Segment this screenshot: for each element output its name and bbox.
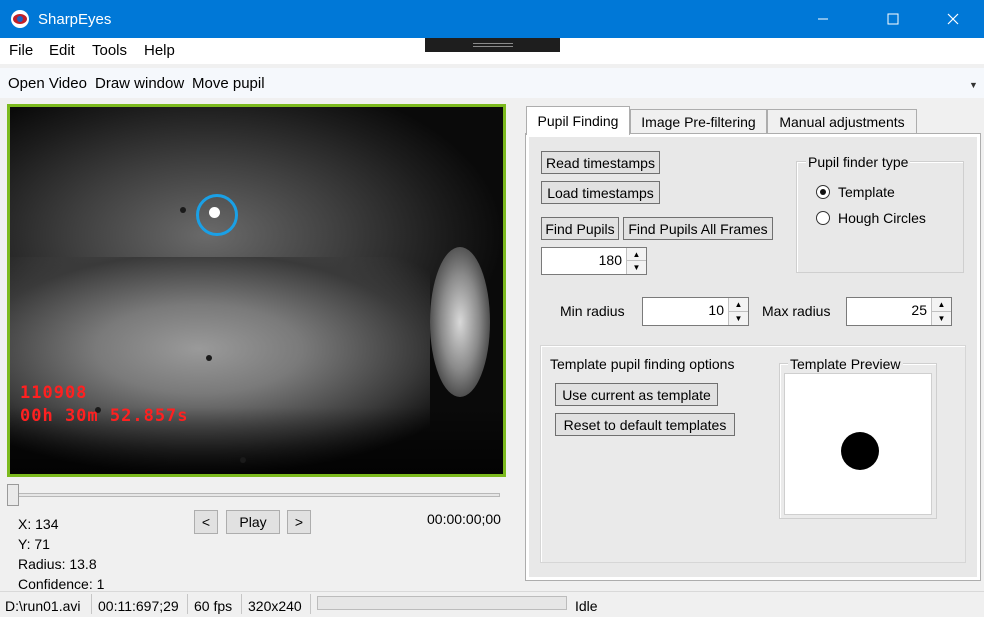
status-resolution: 320x240 xyxy=(248,598,302,614)
template-preview-title: Template Preview xyxy=(788,356,903,372)
minimize-icon xyxy=(818,18,828,20)
pupil-radius-label: Radius: 13.8 xyxy=(18,556,97,572)
video-frame-number: 110908 xyxy=(20,383,88,403)
maximize-icon xyxy=(887,13,899,25)
app-eye-icon xyxy=(11,10,29,28)
title-bar: SharpEyes xyxy=(0,0,984,38)
status-time: 00:11:697;29 xyxy=(98,598,179,614)
menu-help[interactable]: Help xyxy=(144,42,175,59)
toolbar-overflow-icon[interactable]: ▼ xyxy=(969,80,978,90)
spin-down-icon[interactable]: ▼ xyxy=(627,261,646,274)
pupil-confidence-label: Confidence: 1 xyxy=(18,576,105,592)
find-pupils-all-frames-button[interactable]: Find Pupils All Frames xyxy=(623,217,773,240)
max-radius-value: 25 xyxy=(911,302,927,318)
toolbar: Open Video Draw window Move pupil xyxy=(0,68,984,98)
hough-circles-radio-label[interactable]: Hough Circles xyxy=(838,210,926,226)
max-radius-label: Max radius xyxy=(762,303,831,319)
previous-frame-button[interactable]: < xyxy=(194,510,218,534)
template-radio-label[interactable]: Template xyxy=(838,184,895,200)
status-separator xyxy=(187,594,188,614)
template-pupil-blob xyxy=(841,432,879,470)
video-display[interactable]: 110908 00h 30m 52.857s xyxy=(7,104,506,477)
video-speck xyxy=(180,207,186,213)
spin-up-icon[interactable]: ▲ xyxy=(627,248,646,261)
close-button[interactable] xyxy=(930,0,976,38)
seek-slider-track[interactable] xyxy=(12,493,500,497)
status-progress-bar xyxy=(317,596,567,610)
minimize-button[interactable] xyxy=(800,0,846,38)
seek-slider-thumb[interactable] xyxy=(7,484,19,506)
max-radius-spinner[interactable]: 25 ▲ ▼ xyxy=(846,297,952,326)
menu-file[interactable]: File xyxy=(9,42,33,59)
draw-window-button[interactable]: Draw window xyxy=(95,75,184,92)
video-speck xyxy=(240,457,246,463)
menu-tools[interactable]: Tools xyxy=(92,42,127,59)
status-fps: 60 fps xyxy=(194,598,233,614)
open-video-button[interactable]: Open Video xyxy=(8,75,87,92)
move-pupil-button[interactable]: Move pupil xyxy=(192,75,265,92)
pupil-y-label: Y: 71 xyxy=(18,536,50,552)
drag-grip-handle[interactable] xyxy=(425,38,560,52)
close-icon xyxy=(947,13,959,25)
menu-edit[interactable]: Edit xyxy=(49,42,75,59)
read-timestamps-button[interactable]: Read timestamps xyxy=(541,151,660,174)
status-state: Idle xyxy=(575,598,598,614)
spin-down-icon[interactable]: ▼ xyxy=(729,311,748,325)
find-pupils-button[interactable]: Find Pupils xyxy=(541,217,619,240)
spin-up-icon[interactable]: ▲ xyxy=(932,298,951,312)
template-radio[interactable] xyxy=(816,185,830,199)
hough-circles-radio[interactable] xyxy=(816,211,830,225)
video-highlight-region xyxy=(430,247,490,397)
frames-count-spinner[interactable]: 180 ▲ ▼ xyxy=(541,247,647,275)
video-speck xyxy=(206,355,212,361)
status-file-path: D:\run01.avi xyxy=(5,598,81,614)
spin-up-icon[interactable]: ▲ xyxy=(729,298,748,312)
load-timestamps-button[interactable]: Load timestamps xyxy=(541,181,660,204)
pupil-glint xyxy=(209,207,220,218)
spin-down-icon[interactable]: ▼ xyxy=(932,311,951,325)
window-title: SharpEyes xyxy=(38,11,112,28)
status-separator xyxy=(310,594,311,614)
pupil-x-label: X: 134 xyxy=(18,516,59,532)
status-separator xyxy=(91,594,92,614)
playback-timecode: 00:00:00;00 xyxy=(427,511,501,527)
tab-image-prefiltering[interactable]: Image Pre-filtering xyxy=(630,109,767,134)
status-separator xyxy=(241,594,242,614)
frames-count-value: 180 xyxy=(598,252,622,268)
min-radius-spinner[interactable]: 10 ▲ ▼ xyxy=(642,297,749,326)
video-timestamp: 00h 30m 52.857s xyxy=(20,406,189,426)
use-current-as-template-button[interactable]: Use current as template xyxy=(555,383,718,406)
next-frame-button[interactable]: > xyxy=(287,510,311,534)
tab-pupil-finding[interactable]: Pupil Finding xyxy=(526,106,630,135)
min-radius-value: 10 xyxy=(708,302,724,318)
min-radius-label: Min radius xyxy=(560,303,625,319)
maximize-button[interactable] xyxy=(870,0,916,38)
pupil-finder-type-title: Pupil finder type xyxy=(806,154,911,170)
tab-manual-adjustments[interactable]: Manual adjustments xyxy=(767,109,917,134)
reset-default-templates-button[interactable]: Reset to default templates xyxy=(555,413,735,436)
play-button[interactable]: Play xyxy=(226,510,280,534)
template-options-title: Template pupil finding options xyxy=(550,356,735,372)
